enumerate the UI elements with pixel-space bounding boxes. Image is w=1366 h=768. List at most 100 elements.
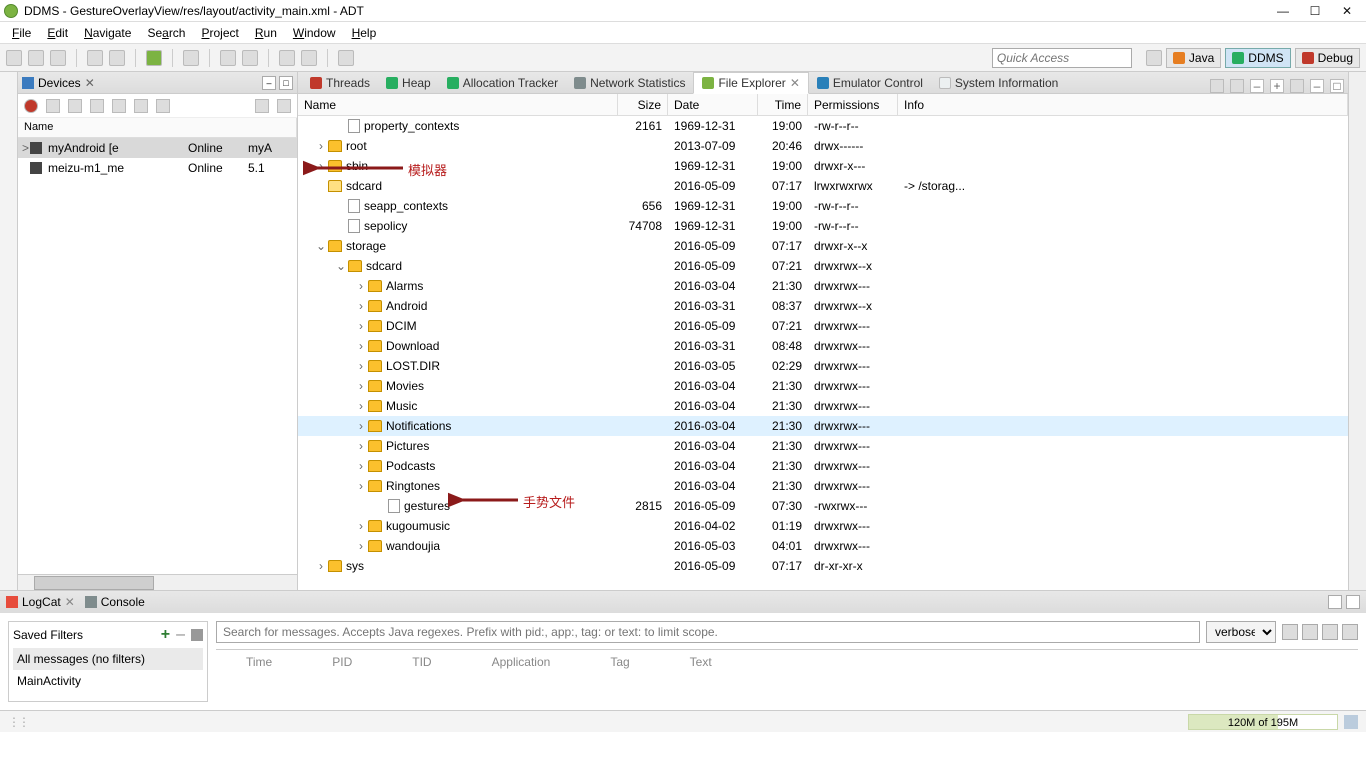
lc-col-app[interactable]: Application: [462, 655, 581, 669]
perspective-ddms[interactable]: DDMS: [1225, 48, 1290, 68]
expand-icon[interactable]: ›: [314, 159, 328, 173]
pull-file-icon[interactable]: [1210, 79, 1224, 93]
devices-col-name[interactable]: Name: [18, 118, 297, 137]
logcat-search-input[interactable]: [216, 621, 1200, 643]
file-row[interactable]: ›LOST.DIR2016-03-0502:29drwxrwx---: [298, 356, 1348, 376]
display-filters-icon[interactable]: [1322, 624, 1338, 640]
scroll-lock-icon[interactable]: [1342, 624, 1358, 640]
file-row[interactable]: property_contexts21611969-12-3119:00-rw-…: [298, 116, 1348, 136]
menu-window[interactable]: Window: [287, 24, 342, 42]
file-row[interactable]: ›sbin1969-12-3119:00drwxr-x---: [298, 156, 1348, 176]
push-file-icon[interactable]: [1230, 79, 1244, 93]
file-row[interactable]: ›sys2016-05-0907:17dr-xr-xr-x: [298, 556, 1348, 576]
lc-col-text[interactable]: Text: [660, 655, 742, 669]
tab-threads[interactable]: Threads: [302, 73, 378, 93]
file-row[interactable]: ›DCIM2016-05-0907:21drwxrwx---: [298, 316, 1348, 336]
screen-capture-icon[interactable]: [255, 99, 269, 113]
pin-icon[interactable]: [338, 50, 354, 66]
tab-heap[interactable]: Heap: [378, 73, 439, 93]
lc-col-tid[interactable]: TID: [382, 655, 461, 669]
perspective-debug[interactable]: Debug: [1295, 48, 1360, 68]
expand-icon[interactable]: ›: [354, 339, 368, 353]
logcat-minimize-icon[interactable]: [1328, 595, 1342, 609]
expand-icon[interactable]: ›: [354, 299, 368, 313]
cause-gc-icon[interactable]: [90, 99, 104, 113]
update-threads-icon[interactable]: [112, 99, 126, 113]
logcat-close-icon[interactable]: ✕: [65, 595, 75, 609]
expand-icon[interactable]: ›: [354, 319, 368, 333]
heap-status[interactable]: 120M of 195M: [1188, 714, 1338, 730]
col-permissions[interactable]: Permissions: [808, 94, 898, 115]
minimize-icon[interactable]: –: [1310, 79, 1324, 93]
file-row[interactable]: ⌄sdcard2016-05-0907:21drwxrwx--x: [298, 256, 1348, 276]
expand-icon[interactable]: ›: [354, 359, 368, 373]
filter-all-messages[interactable]: All messages (no filters): [13, 648, 203, 670]
file-row[interactable]: ›kugoumusic2016-04-0201:19drwxrwx---: [298, 516, 1348, 536]
edit-filter-icon[interactable]: [191, 629, 203, 641]
menu-search[interactable]: Search: [141, 24, 191, 42]
file-row[interactable]: ›Podcasts2016-03-0421:30drwxrwx---: [298, 456, 1348, 476]
file-row[interactable]: ›Download2016-03-3108:48drwxrwx---: [298, 336, 1348, 356]
start-method-profiling-icon[interactable]: [134, 99, 148, 113]
avd-manager-icon[interactable]: [109, 50, 125, 66]
tab-allocation[interactable]: Allocation Tracker: [439, 73, 566, 93]
run-icon[interactable]: [146, 50, 162, 66]
view-menu-icon[interactable]: [277, 99, 291, 113]
file-row[interactable]: seapp_contexts6561969-12-3119:00-rw-r--r…: [298, 196, 1348, 216]
dump-hprof-icon[interactable]: [68, 99, 82, 113]
col-date[interactable]: Date: [668, 94, 758, 115]
col-name[interactable]: Name: [298, 94, 618, 115]
new-icon[interactable]: [6, 50, 22, 66]
lc-col-pid[interactable]: PID: [302, 655, 382, 669]
debug-process-icon[interactable]: [24, 99, 38, 113]
expand-icon[interactable]: ›: [354, 539, 368, 553]
forward-icon[interactable]: [301, 50, 317, 66]
file-row[interactable]: ›Pictures2016-03-0421:30drwxrwx---: [298, 436, 1348, 456]
perspective-java[interactable]: Java: [1166, 48, 1221, 68]
expand-icon[interactable]: ›: [354, 459, 368, 473]
file-row[interactable]: ›Android2016-03-3108:37drwxrwx--x: [298, 296, 1348, 316]
file-row[interactable]: ›Alarms2016-03-0421:30drwxrwx---: [298, 276, 1348, 296]
filter-mainactivity[interactable]: MainActivity: [13, 670, 203, 692]
expand-icon[interactable]: ⌄: [334, 259, 348, 273]
menu-run[interactable]: Run: [249, 24, 283, 42]
file-row[interactable]: ›wandoujia2016-05-0304:01drwxrwx---: [298, 536, 1348, 556]
log-level-select[interactable]: verbose: [1206, 621, 1276, 643]
open-type-icon[interactable]: [220, 50, 236, 66]
tab-network[interactable]: Network Statistics: [566, 73, 693, 93]
devices-maximize-icon[interactable]: □: [279, 76, 293, 90]
delete-icon[interactable]: –: [1250, 79, 1264, 93]
tab-close-icon[interactable]: ✕: [790, 76, 800, 90]
file-row[interactable]: gestures28152016-05-0907:30-rwxrwx---: [298, 496, 1348, 516]
file-row[interactable]: sdcard2016-05-0907:17lrwxrwxrwx-> /stora…: [298, 176, 1348, 196]
gc-icon[interactable]: [1344, 715, 1358, 729]
col-size[interactable]: Size: [618, 94, 668, 115]
file-vscroll[interactable]: [1348, 72, 1366, 590]
save-log-icon[interactable]: [1282, 624, 1298, 640]
expand-icon[interactable]: ›: [354, 379, 368, 393]
add-filter-icon[interactable]: +: [161, 626, 170, 644]
clear-log-icon[interactable]: [1302, 624, 1318, 640]
menu-edit[interactable]: Edit: [41, 24, 74, 42]
lc-col-tag[interactable]: Tag: [580, 655, 659, 669]
menu-navigate[interactable]: Navigate: [78, 24, 137, 42]
menu-help[interactable]: Help: [346, 24, 383, 42]
expand-icon[interactable]: ⌄: [314, 239, 328, 253]
expand-icon[interactable]: ›: [354, 419, 368, 433]
file-row[interactable]: ⌄storage2016-05-0907:17drwxr-x--x: [298, 236, 1348, 256]
lc-col-time[interactable]: Time: [216, 655, 302, 669]
search-icon[interactable]: [242, 50, 258, 66]
menu-project[interactable]: Project: [195, 24, 244, 42]
col-time[interactable]: Time: [758, 94, 808, 115]
device-row[interactable]: meizu-m1_meOnline5.1: [18, 158, 297, 178]
open-perspective-icon[interactable]: [1146, 50, 1162, 66]
expand-icon[interactable]: ›: [354, 399, 368, 413]
file-row[interactable]: ›Notifications2016-03-0421:30drwxrwx---: [298, 416, 1348, 436]
tab-console[interactable]: Console: [85, 595, 145, 609]
expand-icon[interactable]: ›: [314, 139, 328, 153]
tab-emulator[interactable]: Emulator Control: [809, 73, 931, 93]
minimize-button[interactable]: —: [1276, 4, 1290, 18]
sdk-manager-icon[interactable]: [87, 50, 103, 66]
expand-icon[interactable]: ›: [354, 439, 368, 453]
minimized-view-bar[interactable]: [0, 72, 18, 590]
